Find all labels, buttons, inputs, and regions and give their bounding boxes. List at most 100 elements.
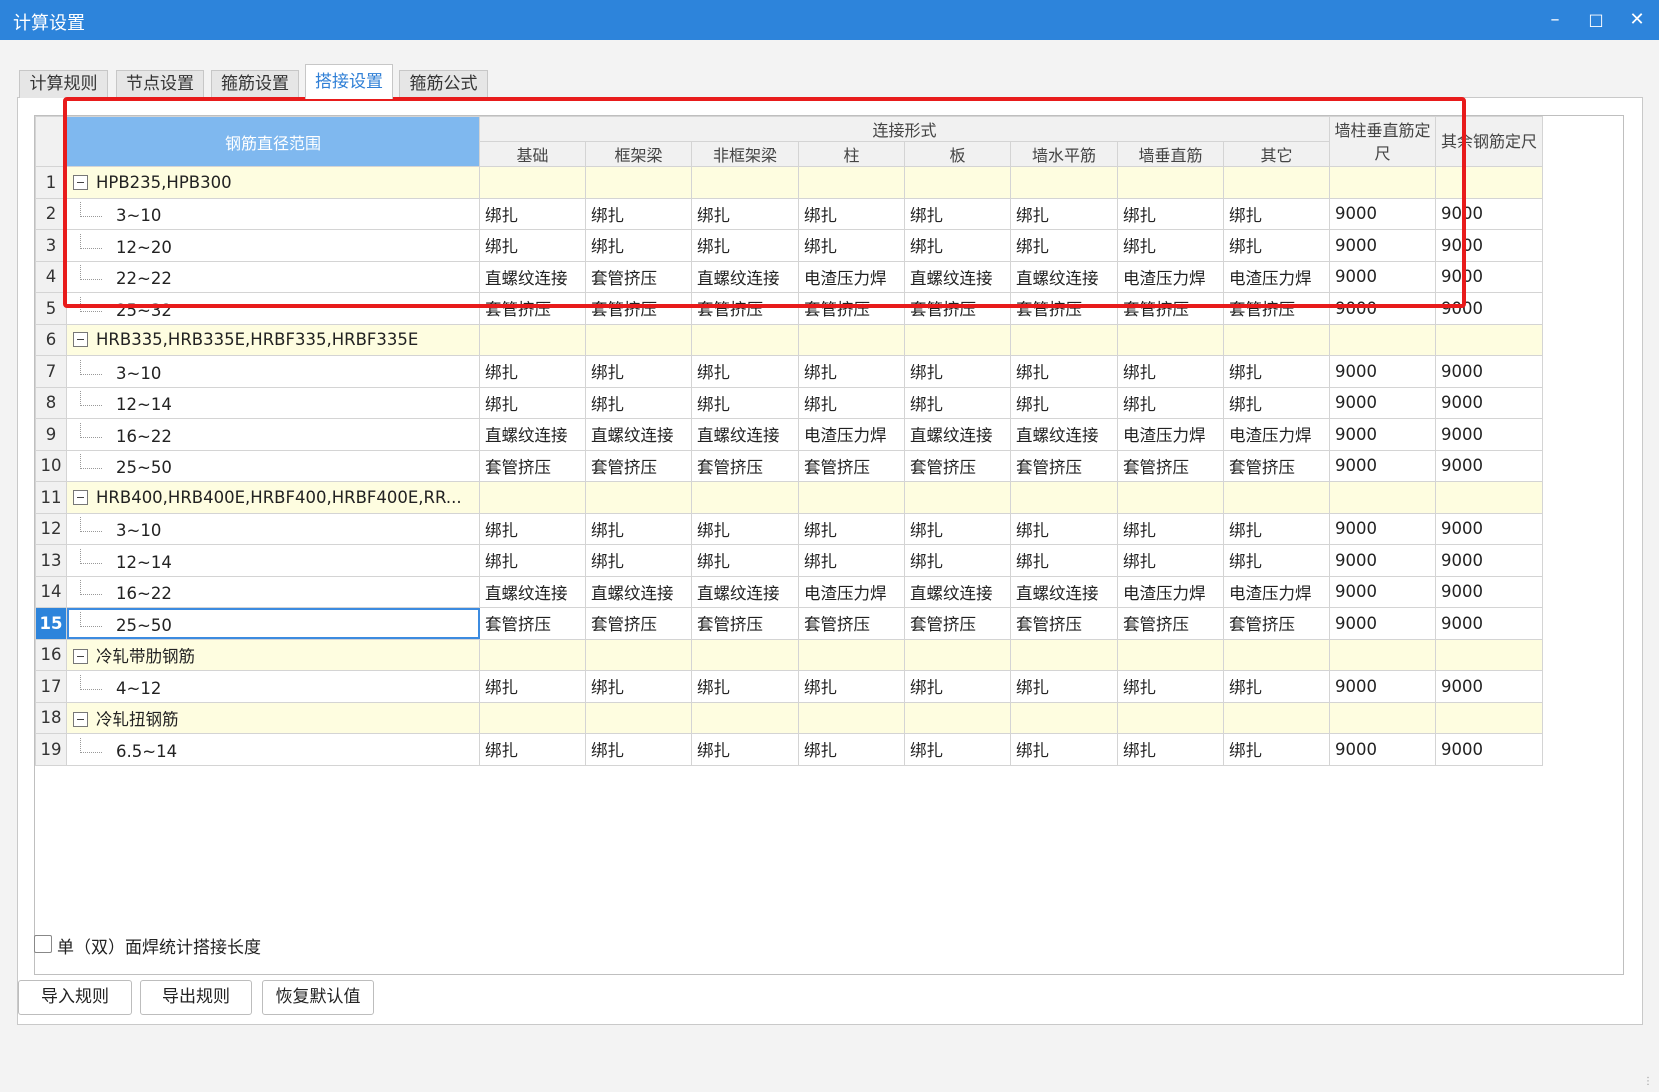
connection-cell[interactable]: 9000	[1329, 670, 1436, 703]
connection-cell[interactable]: 9000	[1435, 418, 1543, 451]
diameter-range-cell[interactable]: 4~12	[66, 670, 480, 703]
connection-cell[interactable]: 绑扎	[1010, 197, 1118, 230]
diameter-range-cell[interactable]: 3~10	[66, 355, 480, 388]
connection-cell[interactable]: 绑扎	[691, 386, 799, 419]
connection-cell[interactable]: 套管挤压	[585, 260, 692, 293]
connection-cell[interactable]	[798, 323, 905, 356]
row-number[interactable]: 3	[35, 229, 67, 262]
row-number[interactable]: 4	[35, 260, 67, 293]
connection-cell[interactable]: 绑扎	[691, 733, 799, 766]
connection-cell[interactable]: 套管挤压	[479, 607, 586, 640]
export-rules-button[interactable]: 导出规则	[140, 980, 252, 1015]
header-col-0[interactable]: 基础	[479, 141, 586, 167]
connection-cell[interactable]	[798, 481, 905, 514]
connection-cell[interactable]: 绑扎	[798, 229, 905, 262]
connection-cell[interactable]	[1010, 481, 1118, 514]
connection-cell[interactable]: 绑扎	[904, 229, 1011, 262]
connection-cell[interactable]: 绑扎	[1117, 197, 1224, 230]
connection-cell[interactable]: 绑扎	[798, 544, 905, 577]
collapse-icon[interactable]	[73, 332, 88, 348]
connection-cell[interactable]: 绑扎	[1010, 386, 1118, 419]
connection-cell[interactable]	[585, 481, 692, 514]
row-number[interactable]: 10	[35, 449, 67, 482]
connection-cell[interactable]	[691, 701, 799, 734]
row-number[interactable]: 15	[35, 607, 67, 640]
connection-cell[interactable]: 绑扎	[691, 512, 799, 545]
connection-cell[interactable]: 绑扎	[798, 733, 905, 766]
connection-cell[interactable]	[1435, 481, 1543, 514]
row-number[interactable]: 12	[35, 512, 67, 545]
group-row[interactable]: 11 HRB400,HRB400E,HRBF400,HRBF400E,RR...	[35, 481, 1543, 514]
connection-cell[interactable]	[1010, 701, 1118, 734]
connection-cell[interactable]: 直螺纹连接	[479, 575, 586, 608]
diameter-range-cell[interactable]: 冷轧带肋钢筋	[66, 638, 480, 671]
connection-cell[interactable]	[479, 701, 586, 734]
connection-cell[interactable]	[1329, 701, 1436, 734]
collapse-icon[interactable]	[73, 648, 88, 664]
row-number[interactable]: 2	[35, 197, 67, 230]
diameter-range-cell[interactable]: 冷轧扭钢筋	[66, 701, 480, 734]
connection-cell[interactable]: 套管挤压	[585, 292, 692, 325]
connection-cell[interactable]: 9000	[1435, 607, 1543, 640]
import-rules-button[interactable]: 导入规则	[18, 980, 132, 1015]
header-col-1[interactable]: 框架梁	[585, 141, 692, 167]
tab-node-settings[interactable]: 节点设置	[116, 70, 204, 98]
diameter-range-cell[interactable]: 3~10	[66, 197, 480, 230]
row-number[interactable]: 18	[35, 701, 67, 734]
connection-cell[interactable]: 电渣压力焊	[1117, 418, 1224, 451]
connection-cell[interactable]: 9000	[1435, 197, 1543, 230]
connection-cell[interactable]: 绑扎	[1223, 512, 1330, 545]
connection-cell[interactable]: 绑扎	[1117, 544, 1224, 577]
connection-cell[interactable]	[1223, 166, 1330, 199]
connection-cell[interactable]: 绑扎	[1223, 229, 1330, 262]
connection-cell[interactable]	[1117, 166, 1224, 199]
connection-cell[interactable]: 9000	[1435, 355, 1543, 388]
connection-cell[interactable]	[691, 481, 799, 514]
connection-cell[interactable]	[1010, 323, 1118, 356]
connection-cell[interactable]: 绑扎	[1010, 229, 1118, 262]
connection-cell[interactable]: 套管挤压	[1117, 292, 1224, 325]
connection-cell[interactable]: 9000	[1329, 260, 1436, 293]
connection-cell[interactable]: 绑扎	[1223, 733, 1330, 766]
header-wall-column-length[interactable]: 墙柱垂直筋定尺	[1329, 116, 1436, 167]
connection-cell[interactable]: 套管挤压	[1223, 292, 1330, 325]
header-diameter-range[interactable]: 钢筋直径范围	[66, 116, 480, 167]
connection-cell[interactable]: 套管挤压	[585, 449, 692, 482]
connection-cell[interactable]: 套管挤压	[479, 292, 586, 325]
table-row[interactable]: 2 3~10 绑扎 绑扎 绑扎 绑扎 绑扎 绑扎 绑扎 绑扎 9000 9000	[35, 197, 1543, 230]
row-number[interactable]: 8	[35, 386, 67, 419]
connection-cell[interactable]: 9000	[1329, 544, 1436, 577]
connection-cell[interactable]	[585, 166, 692, 199]
diameter-range-cell[interactable]: 25~50	[66, 449, 480, 482]
connection-cell[interactable]: 绑扎	[1117, 355, 1224, 388]
connection-cell[interactable]: 绑扎	[479, 197, 586, 230]
connection-cell[interactable]: 绑扎	[1223, 355, 1330, 388]
connection-cell[interactable]: 套管挤压	[1010, 607, 1118, 640]
connection-cell[interactable]: 绑扎	[1223, 544, 1330, 577]
connection-cell[interactable]: 套管挤压	[1010, 449, 1118, 482]
connection-cell[interactable]: 9000	[1435, 386, 1543, 419]
connection-cell[interactable]: 绑扎	[904, 386, 1011, 419]
connection-cell[interactable]: 直螺纹连接	[904, 575, 1011, 608]
connection-cell[interactable]: 绑扎	[1117, 733, 1224, 766]
connection-cell[interactable]: 绑扎	[1010, 544, 1118, 577]
connection-cell[interactable]: 9000	[1329, 418, 1436, 451]
connection-cell[interactable]: 电渣压力焊	[1223, 260, 1330, 293]
diameter-range-cell[interactable]: HPB235,HPB300	[66, 166, 480, 199]
connection-cell[interactable]: 绑扎	[585, 512, 692, 545]
row-number[interactable]: 17	[35, 670, 67, 703]
table-row[interactable]: 9 16~22 直螺纹连接 直螺纹连接 直螺纹连接 电渣压力焊 直螺纹连接 直螺纹连接 电渣压力…	[35, 418, 1543, 451]
table-row[interactable]: 7 3~10 绑扎 绑扎 绑扎 绑扎 绑扎 绑扎 绑扎 绑扎 9000 9000	[35, 355, 1543, 388]
connection-cell[interactable]: 绑扎	[585, 733, 692, 766]
diameter-range-cell[interactable]: 25~50	[66, 607, 480, 640]
diameter-range-cell[interactable]: 16~22	[66, 418, 480, 451]
connection-cell[interactable]	[479, 638, 586, 671]
header-other-length[interactable]: 其余钢筋定尺	[1435, 116, 1543, 167]
row-number[interactable]: 13	[35, 544, 67, 577]
connection-cell[interactable]	[585, 323, 692, 356]
connection-cell[interactable]	[1435, 166, 1543, 199]
connection-cell[interactable]: 9000	[1435, 292, 1543, 325]
table-row[interactable]: 3 12~20 绑扎 绑扎 绑扎 绑扎 绑扎 绑扎 绑扎 绑扎 9000 9000	[35, 229, 1543, 262]
connection-cell[interactable]: 直螺纹连接	[904, 260, 1011, 293]
connection-cell[interactable]: 9000	[1329, 229, 1436, 262]
